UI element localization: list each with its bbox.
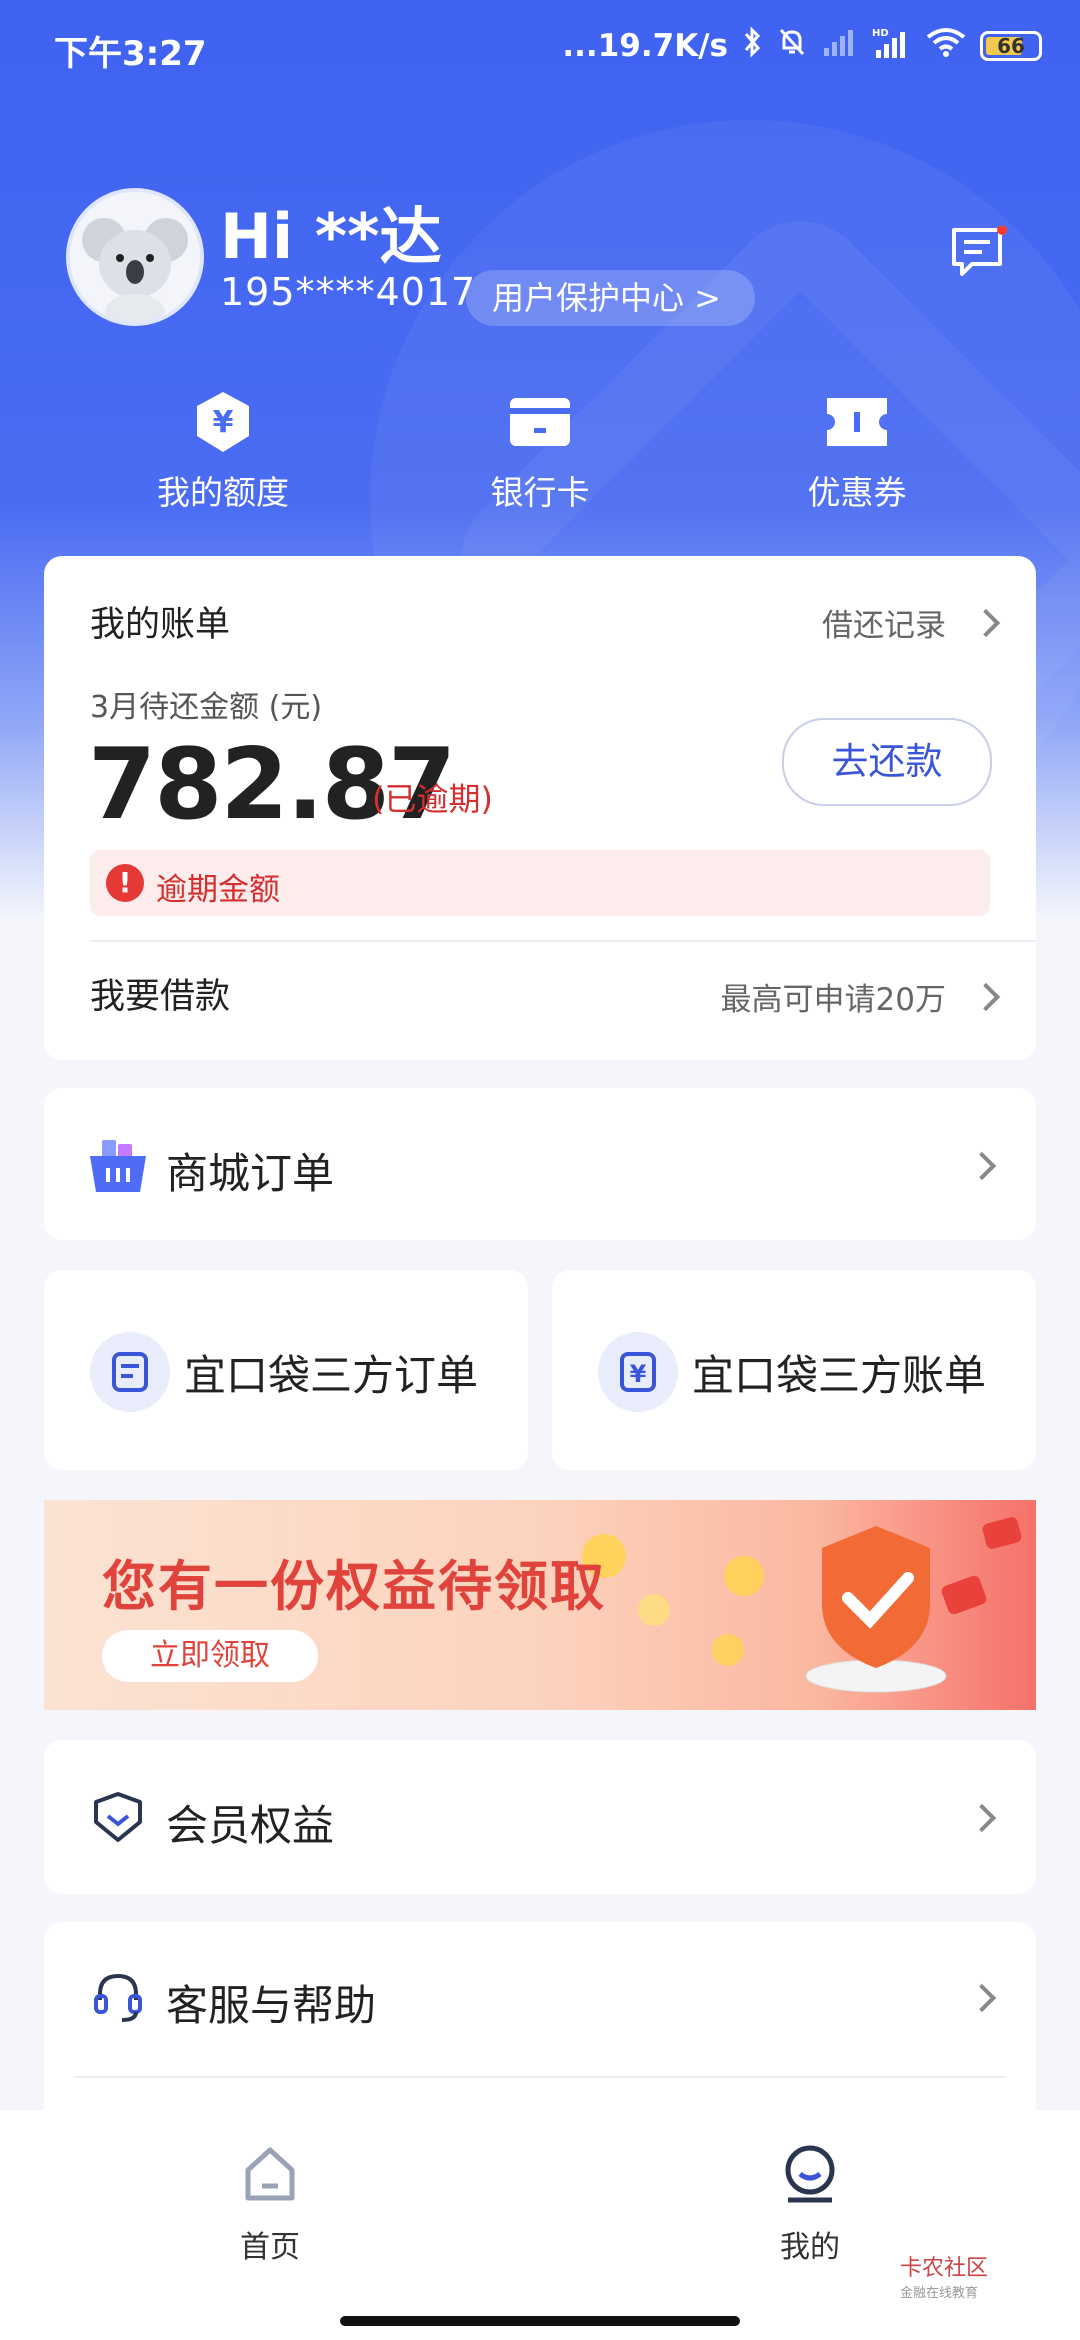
bottom-tab-bar: 首页 我的	[0, 2110, 1080, 2340]
watermark-sub: 金融在线教育	[900, 2286, 979, 2301]
network-speed: ...19.7K/s	[562, 28, 728, 64]
tab-profile[interactable]: 我的	[730, 2144, 890, 2266]
wifi-icon	[926, 27, 966, 65]
borrow-title[interactable]: 我要借款	[90, 968, 230, 1019]
third-party-bills-label: 宜口袋三方账单	[692, 1351, 987, 1400]
mute-bell-icon	[776, 26, 808, 66]
quick-my-credit[interactable]: ¥ 我的额度	[98, 390, 348, 514]
member-shield-icon	[92, 1792, 144, 1848]
tab-profile-label: 我的	[780, 2230, 840, 2265]
overdue-notice-text: 逾期金额	[156, 872, 280, 908]
user-phone: 195****4017	[220, 270, 477, 314]
watermark-name: 卡农社区	[900, 2256, 989, 2281]
home-indicator[interactable]	[340, 2316, 740, 2326]
borrow-limit-link[interactable]: 最高可申请20万	[720, 974, 1001, 1019]
svg-text:¥: ¥	[213, 405, 234, 440]
status-bar: 下午3:27 ...19.7K/s HD 66	[0, 0, 1080, 100]
chevron-right-icon	[971, 982, 1001, 1011]
message-icon[interactable]	[950, 225, 1008, 278]
tab-home-label: 首页	[240, 2230, 300, 2265]
member-benefits-row[interactable]: 会员权益	[44, 1740, 1036, 1894]
headset-icon	[92, 1970, 144, 2030]
repay-button[interactable]: 去还款	[782, 718, 992, 806]
bank-card-icon	[508, 390, 572, 454]
chevron-right-icon	[971, 608, 1001, 637]
third-party-bills[interactable]: ¥ 宜口袋三方账单	[552, 1270, 1036, 1470]
quick-label: 我的额度	[157, 473, 289, 512]
coupon-icon	[825, 390, 889, 454]
quick-coupon[interactable]: 优惠券	[732, 390, 982, 514]
quick-label: 银行卡	[490, 473, 590, 512]
customer-service-title: 客服与帮助	[166, 1981, 377, 2030]
history-label: 借还记录	[822, 608, 946, 644]
battery-icon: 66	[980, 31, 1042, 61]
divider	[74, 2076, 1006, 2078]
third-party-orders[interactable]: 宜口袋三方订单	[44, 1270, 528, 1470]
signal-hd-icon: HD	[872, 26, 912, 66]
koala-avatar-icon	[70, 192, 200, 322]
svg-text:¥: ¥	[630, 1360, 647, 1388]
signal-weak-icon	[822, 28, 858, 64]
banner-title: 您有一份权益待领取	[102, 1555, 606, 1618]
member-benefits-title: 会员权益	[166, 1801, 335, 1850]
shopping-basket-icon	[88, 1138, 148, 1198]
yuan-bill-icon: ¥	[598, 1332, 678, 1412]
quick-bank-card[interactable]: 银行卡	[415, 390, 665, 514]
user-protection-center-link[interactable]: 用户保护中心 >	[466, 270, 755, 326]
benefit-banner[interactable]: 您有一份权益待领取 立即领取	[44, 1500, 1036, 1710]
mall-orders-title: 商城订单	[166, 1149, 335, 1198]
status-icons: ...19.7K/s HD 66	[562, 26, 1042, 66]
status-time: 下午3:27	[54, 34, 207, 74]
watermark: 卡农社区 金融在线教育	[900, 2250, 988, 2301]
avatar[interactable]	[66, 188, 204, 326]
yuan-shield-icon: ¥	[191, 390, 255, 454]
bill-card: 我的账单 借还记录 3月待还金额 (元) 782.87 (已逾期) 去还款 ! …	[44, 556, 1036, 1060]
borrow-hint: 最高可申请20万	[720, 982, 946, 1018]
overdue-tag: (已逾期)	[372, 780, 493, 818]
svg-text:HD: HD	[872, 28, 889, 39]
home-icon	[245, 2147, 295, 2201]
due-amount-label: 3月待还金额 (元)	[90, 690, 323, 725]
battery-level: 66	[997, 34, 1025, 58]
chevron-right-icon	[967, 1151, 997, 1181]
shield-check-icon	[805, 1526, 947, 1693]
alert-icon: !	[106, 864, 144, 902]
bluetooth-icon	[742, 26, 762, 66]
repayment-history-link[interactable]: 借还记录	[822, 600, 1001, 645]
user-greeting: Hi **达	[220, 200, 442, 273]
order-doc-icon	[90, 1332, 170, 1412]
chevron-right-icon	[967, 1803, 997, 1833]
mall-orders-row[interactable]: 商城订单	[44, 1088, 1036, 1240]
bill-title: 我的账单	[90, 605, 231, 645]
overdue-notice[interactable]: ! 逾期金额	[90, 850, 990, 916]
claim-now-button[interactable]: 立即领取	[102, 1630, 318, 1682]
divider	[90, 940, 1036, 942]
tab-home[interactable]: 首页	[190, 2144, 350, 2266]
third-party-orders-label: 宜口袋三方订单	[184, 1351, 479, 1400]
profile-icon	[785, 2145, 835, 2203]
chevron-right-icon	[967, 1983, 997, 2013]
customer-service-row[interactable]: 客服与帮助	[44, 1922, 1036, 2122]
quick-label: 优惠券	[807, 473, 907, 512]
